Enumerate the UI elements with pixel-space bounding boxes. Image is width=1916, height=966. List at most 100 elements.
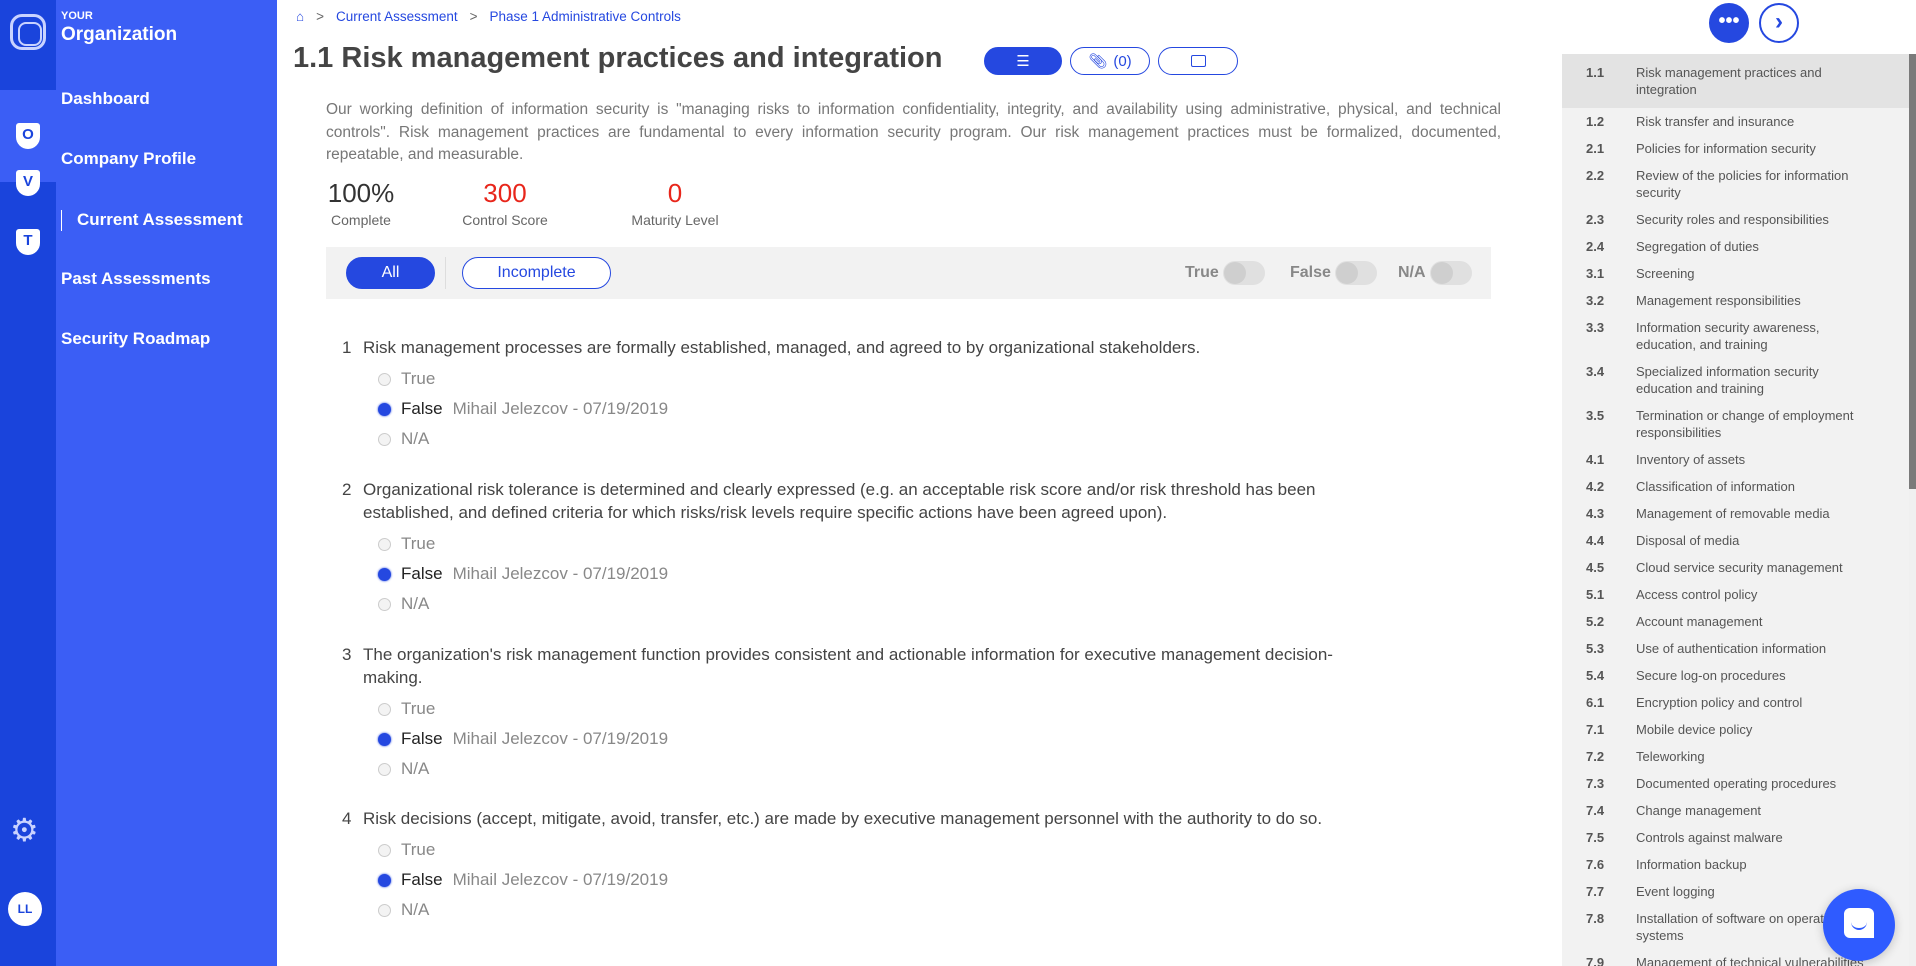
more-options-button[interactable]: •••	[1709, 3, 1749, 43]
control-list-item[interactable]: 5.4 Secure log-on procedures	[1562, 662, 1909, 689]
user-avatar[interactable]: LL	[8, 892, 42, 926]
control-title: Account management	[1636, 614, 1763, 629]
control-title: Inventory of assets	[1636, 452, 1746, 467]
stat-complete: 100% Complete	[326, 178, 396, 228]
control-list-item[interactable]: 4.4 Disposal of media	[1562, 527, 1909, 554]
radio-button[interactable]	[378, 903, 391, 917]
control-list-item[interactable]: 2.3 Security roles and responsibilities	[1562, 206, 1909, 233]
nav-dashboard[interactable]: Dashboard	[61, 89, 150, 109]
control-list-item[interactable]: 5.3 Use of authentication information	[1562, 635, 1909, 662]
toggle-switch[interactable]	[1429, 261, 1472, 285]
breadcrumb-current-assessment[interactable]: Current Assessment	[336, 9, 458, 24]
nav-current-assessment[interactable]: Current Assessment	[77, 210, 243, 230]
next-arrow-button[interactable]: ›	[1759, 3, 1799, 43]
control-number: 7.1	[1586, 722, 1605, 737]
control-list-item[interactable]: 3.2 Management responsibilities	[1562, 287, 1909, 314]
control-list-item[interactable]: 3.5 Termination or change of employment r…	[1562, 402, 1909, 446]
comments-button[interactable]	[1158, 47, 1238, 75]
answer-option[interactable]: True	[342, 364, 1342, 394]
nav-company-profile[interactable]: Company Profile	[61, 149, 196, 169]
filter-incomplete-button[interactable]: Incomplete	[462, 257, 611, 289]
control-list-item[interactable]: 6.1 Encryption policy and control	[1562, 689, 1909, 716]
radio-button[interactable]	[378, 843, 391, 857]
radio-button[interactable]	[378, 873, 391, 887]
control-number: 3.4	[1586, 364, 1605, 379]
vendor-shield-icon[interactable]: V	[16, 170, 40, 196]
control-list-item[interactable]: 4.3 Management of removable media	[1562, 500, 1909, 527]
control-list-item[interactable]: 7.5 Controls against malware	[1562, 824, 1909, 851]
control-number: 2.2	[1586, 168, 1605, 183]
control-number: 7.4	[1586, 803, 1605, 818]
attachments-button[interactable]: 📎︎ (0)	[1070, 47, 1150, 75]
radio-button[interactable]	[378, 597, 391, 611]
toggle-switch[interactable]	[1222, 261, 1265, 285]
answered-by: Mihail Jelezcov - 07/19/2019	[452, 564, 669, 583]
question-item: 3 The organization's risk management func…	[342, 643, 1342, 784]
control-list-item[interactable]: 1.2 Risk transfer and insurance	[1562, 108, 1909, 135]
team-shield-icon[interactable]: T	[16, 229, 40, 255]
answered-by: Mihail Jelezcov - 07/19/2019	[452, 729, 669, 748]
org-shield-icon[interactable]: O	[16, 123, 40, 149]
control-title: Management of removable media	[1636, 506, 1830, 521]
checklist-button[interactable]: ☰	[984, 47, 1062, 75]
control-number: 1.1	[1586, 65, 1605, 80]
radio-button[interactable]	[378, 372, 391, 386]
control-list-item[interactable]: 5.1 Access control policy	[1562, 581, 1909, 608]
breadcrumb-phase[interactable]: Phase 1 Administrative Controls	[489, 9, 680, 24]
control-list-item[interactable]: 2.2 Review of the policies for informatio…	[1562, 162, 1909, 206]
answer-option[interactable]: False Mihail Jelezcov - 07/19/2019	[342, 394, 1342, 424]
control-list-item[interactable]: 2.1 Policies for information security	[1562, 135, 1909, 162]
answer-option[interactable]: N/A	[342, 589, 1342, 619]
control-list-item[interactable]: 4.1 Inventory of assets	[1562, 446, 1909, 473]
radio-button[interactable]	[378, 537, 391, 551]
answer-option[interactable]: N/A	[342, 895, 1342, 925]
control-list-item[interactable]: 7.4 Change management	[1562, 797, 1909, 824]
toggle-switch[interactable]	[1334, 261, 1377, 285]
scrollbar[interactable]	[1909, 54, 1916, 966]
radio-button[interactable]	[378, 402, 391, 416]
nav-past-assessments[interactable]: Past Assessments	[61, 269, 211, 289]
control-list-item[interactable]: 7.1 Mobile device policy	[1562, 716, 1909, 743]
control-number: 5.2	[1586, 614, 1605, 629]
control-list-item[interactable]: 3.4 Specialized information security educ…	[1562, 358, 1909, 402]
control-list-item[interactable]: 1.1 Risk management practices and integra…	[1562, 54, 1909, 108]
option-label: False	[401, 729, 443, 748]
control-number: 4.1	[1586, 452, 1605, 467]
control-number: 7.8	[1586, 911, 1605, 926]
chat-button[interactable]	[1823, 889, 1895, 961]
control-title: Secure log-on procedures	[1636, 668, 1786, 683]
answer-option[interactable]: False Mihail Jelezcov - 07/19/2019	[342, 865, 1342, 895]
answer-option[interactable]: True	[342, 835, 1342, 865]
scrollbar-thumb[interactable]	[1909, 54, 1916, 489]
answer-option[interactable]: N/A	[342, 754, 1342, 784]
question-text: Risk decisions (accept, mitigate, avoid,…	[363, 809, 1323, 828]
home-icon[interactable]: ⌂	[296, 9, 304, 24]
radio-button[interactable]	[378, 732, 391, 746]
control-title: Classification of information	[1636, 479, 1795, 494]
radio-button[interactable]	[378, 432, 391, 446]
filter-all-button[interactable]: All	[346, 257, 435, 289]
control-list-item[interactable]: 2.4 Segregation of duties	[1562, 233, 1909, 260]
control-list-item[interactable]: 5.2 Account management	[1562, 608, 1909, 635]
radio-button[interactable]	[378, 762, 391, 776]
control-list-item[interactable]: 3.3 Information security awareness, educa…	[1562, 314, 1909, 358]
control-list-item[interactable]: 4.2 Classification of information	[1562, 473, 1909, 500]
comment-icon	[1190, 55, 1206, 67]
control-title: Documented operating procedures	[1636, 776, 1837, 791]
control-list-item[interactable]: 3.1 Screening	[1562, 260, 1909, 287]
answer-option[interactable]: True	[342, 694, 1342, 724]
settings-gear-icon[interactable]: ⚙	[10, 814, 39, 846]
radio-button[interactable]	[378, 702, 391, 716]
nav-security-roadmap[interactable]: Security Roadmap	[61, 329, 210, 349]
app-logo-icon[interactable]	[10, 14, 46, 50]
answer-option[interactable]: True	[342, 529, 1342, 559]
answer-option[interactable]: False Mihail Jelezcov - 07/19/2019	[342, 724, 1342, 754]
control-list-item[interactable]: 7.3 Documented operating procedures	[1562, 770, 1909, 797]
answer-option[interactable]: False Mihail Jelezcov - 07/19/2019	[342, 559, 1342, 589]
radio-button[interactable]	[378, 567, 391, 581]
control-list-item[interactable]: 7.2 Teleworking	[1562, 743, 1909, 770]
control-list-item[interactable]: 4.5 Cloud service security management	[1562, 554, 1909, 581]
control-list-item[interactable]: 7.6 Information backup	[1562, 851, 1909, 878]
control-title: Screening	[1636, 266, 1695, 281]
answer-option[interactable]: N/A	[342, 424, 1342, 454]
